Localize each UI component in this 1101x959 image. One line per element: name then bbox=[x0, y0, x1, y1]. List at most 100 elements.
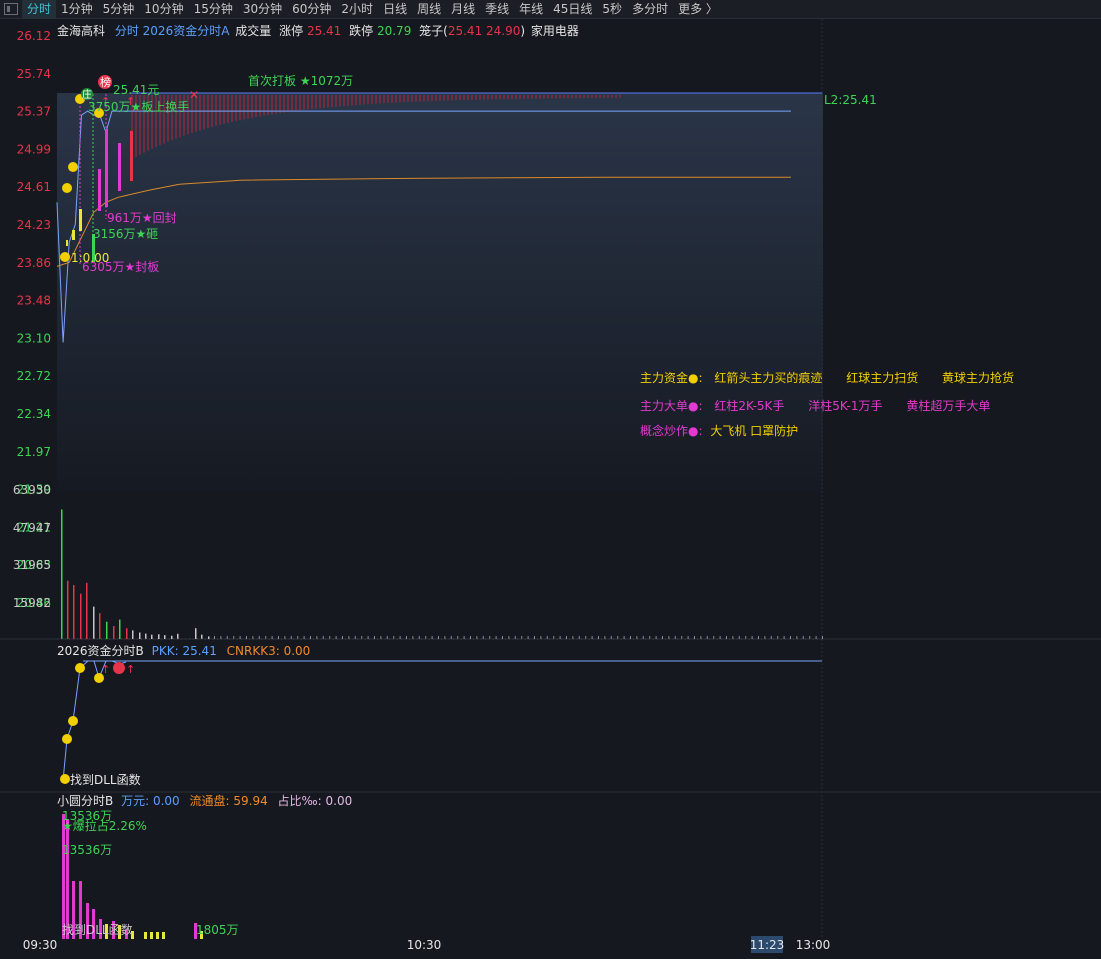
legend-label-2: 主力大单●: bbox=[640, 399, 703, 413]
yellow-ball bbox=[62, 734, 72, 744]
pc-bar bbox=[144, 932, 147, 939]
arrow-up-icon: ↑ bbox=[126, 663, 135, 676]
panel-c-title[interactable]: 小圆分时B bbox=[57, 794, 113, 808]
volume-bar bbox=[674, 636, 676, 639]
yellow-ball bbox=[68, 716, 78, 726]
price-label: L2:25.41 bbox=[824, 93, 877, 107]
volume-bar bbox=[399, 636, 401, 639]
bar-5 bbox=[98, 169, 101, 211]
smash-note: 3156万★砸 bbox=[93, 227, 158, 241]
tab-15[interactable]: 多分时 bbox=[627, 0, 673, 18]
pc-bar bbox=[162, 932, 165, 939]
tab-16[interactable]: 更多 〉 bbox=[673, 0, 723, 18]
period-tabs: 分时 1分钟 5分钟 10分钟 15分钟 30分钟 60分钟 2小时 日线 周线 月线 季线 年线 45日… bbox=[22, 0, 723, 18]
tab-8[interactable]: 日线 bbox=[378, 0, 412, 18]
volume-bar bbox=[145, 633, 147, 639]
volume-bar bbox=[758, 636, 759, 639]
volume-tick-label: 63930 bbox=[13, 483, 51, 497]
volume-bar bbox=[214, 636, 215, 639]
bar-7 bbox=[118, 143, 121, 191]
tab-14[interactable]: 5秒 bbox=[597, 0, 627, 18]
tab-10[interactable]: 月线 bbox=[446, 0, 480, 18]
pc-note-mid: 13536万 bbox=[62, 843, 112, 857]
volume-bar bbox=[67, 580, 69, 639]
first-board-note: 首次打板 ★1072万 bbox=[248, 74, 353, 88]
period-toolbar: 分时 1分钟 5分钟 10分钟 15分钟 30分钟 60分钟 2小时 日线 周线 月线 季线 年线 45日… bbox=[0, 0, 1101, 19]
cnrkk-value: 0.00 bbox=[283, 644, 311, 658]
board-turnover-note: 3750万★板上换手 bbox=[88, 100, 189, 114]
legend-2c: 黄柱超万手大单 bbox=[906, 399, 991, 413]
open-time-note: 1:0.00 bbox=[71, 251, 109, 265]
price-tick-label: 23.10 bbox=[17, 331, 51, 345]
yellow-ball bbox=[60, 774, 70, 784]
legend-2a: 红柱2K-5K手 bbox=[714, 399, 785, 413]
bar-8 bbox=[130, 131, 133, 181]
volume-bar bbox=[662, 636, 663, 639]
tab-2[interactable]: 5分钟 bbox=[98, 0, 140, 18]
volume-bar bbox=[61, 509, 63, 639]
tab-13[interactable]: 45日线 bbox=[548, 0, 597, 18]
volume-bar bbox=[151, 634, 153, 639]
volume-bar bbox=[367, 636, 369, 639]
sidebar-toggle-icon[interactable] bbox=[4, 3, 18, 15]
float-value: 59.94 bbox=[233, 794, 268, 808]
volume-bar bbox=[546, 636, 548, 639]
volume-bar bbox=[139, 632, 141, 639]
volume-bar bbox=[278, 636, 279, 639]
reseal-note: 961万★回封 bbox=[107, 211, 177, 225]
tab-1[interactable]: 1分钟 bbox=[56, 0, 98, 18]
volume-bar bbox=[201, 634, 203, 639]
tab-4[interactable]: 15分钟 bbox=[189, 0, 238, 18]
volume-bar bbox=[106, 621, 108, 639]
tab-12[interactable]: 年线 bbox=[514, 0, 548, 18]
volume-bar bbox=[226, 636, 228, 639]
volume-bar bbox=[470, 636, 471, 639]
bar-3 bbox=[79, 209, 82, 231]
volume-bar bbox=[374, 636, 375, 639]
legend-1b: 红球主力扫货 bbox=[846, 371, 919, 385]
price-tick-label: 26.12 bbox=[17, 29, 51, 43]
time-tick-label: 09:30 bbox=[23, 938, 58, 952]
price-tick-label: 23.86 bbox=[17, 256, 51, 270]
legend-label-1: 主力资金●: bbox=[640, 371, 703, 385]
panel-b-title[interactable]: 2026资金分时B bbox=[57, 644, 144, 658]
tab-5[interactable]: 30分钟 bbox=[238, 0, 287, 18]
volume-bar bbox=[623, 636, 625, 639]
volume-bar bbox=[132, 630, 134, 639]
volume-bar bbox=[790, 636, 791, 639]
volume-bar bbox=[310, 636, 311, 639]
volume-bar bbox=[335, 636, 337, 639]
yellow-ball bbox=[60, 252, 70, 262]
pc-bar bbox=[66, 819, 69, 939]
tab-6[interactable]: 60分钟 bbox=[287, 0, 336, 18]
volume-bar bbox=[655, 636, 657, 639]
tab-11[interactable]: 季线 bbox=[480, 0, 514, 18]
pc-note-bottom: 1805万 bbox=[196, 923, 239, 937]
volume-bar bbox=[431, 636, 433, 639]
wan-label: 万元: bbox=[121, 794, 150, 808]
volume-bar bbox=[99, 613, 101, 639]
tab-3[interactable]: 10分钟 bbox=[139, 0, 188, 18]
pc-bar bbox=[156, 932, 159, 939]
volume-bar bbox=[751, 636, 753, 639]
volume-bar bbox=[706, 636, 708, 639]
tab-0[interactable]: 分时 bbox=[22, 0, 57, 18]
volume-bar bbox=[719, 636, 721, 639]
wan-value: 0.00 bbox=[152, 794, 180, 808]
ratio-label: 占比‰: bbox=[277, 794, 322, 808]
volume-bar bbox=[495, 636, 497, 639]
volume-bar bbox=[783, 636, 785, 639]
volume-bar bbox=[527, 636, 529, 639]
legend-row-1: 主力资金●: 红箭头主力买的痕迹 红球主力扫货 黄球主力抢货 bbox=[640, 369, 1014, 386]
tab-7[interactable]: 2小时 bbox=[336, 0, 378, 18]
volume-bar bbox=[418, 636, 420, 639]
bar-6 bbox=[105, 129, 108, 207]
volume-bar bbox=[610, 636, 612, 639]
time-tick-label: 13:00 bbox=[796, 938, 831, 952]
volume-bar bbox=[438, 636, 439, 639]
chart-canvas[interactable]: 26.12 25.74 25.37 24.99 24.61 24.23 23.86 23.48… bbox=[0, 19, 1101, 959]
tab-9[interactable]: 周线 bbox=[412, 0, 446, 18]
volume-bar bbox=[246, 636, 247, 639]
red-ball bbox=[113, 662, 125, 674]
panel-b-balls bbox=[60, 662, 125, 784]
